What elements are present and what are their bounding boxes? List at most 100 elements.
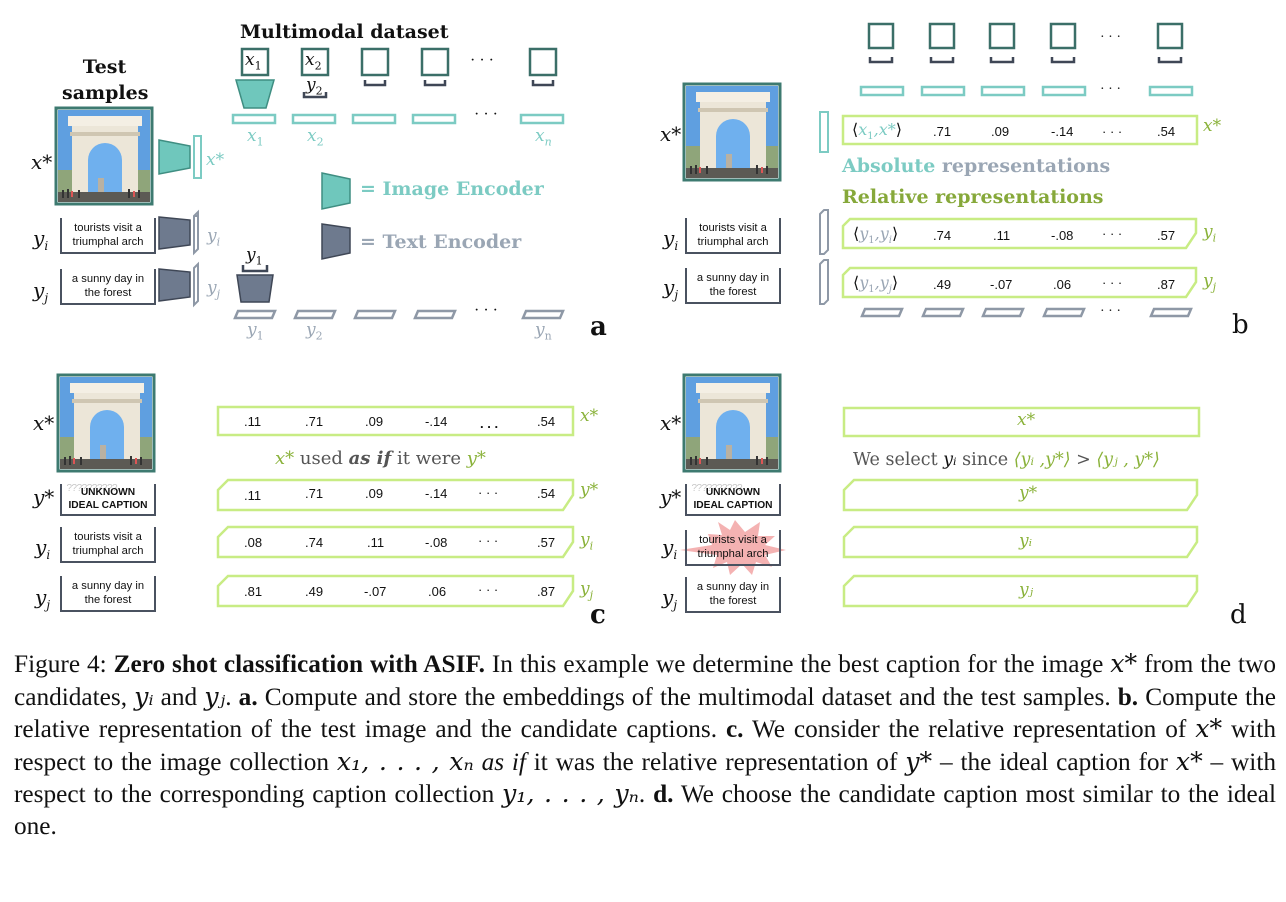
c-row-yj-value: · · · xyxy=(478,582,499,597)
panel-letter-a: a xyxy=(590,312,607,342)
b-row-yi-value: · · · xyxy=(1102,226,1123,241)
test-image-x-star-c xyxy=(56,373,156,473)
label-x-star-a: x* xyxy=(31,150,53,174)
c-row-yi-value: .74 xyxy=(305,535,324,550)
x-star-absolute-embedding xyxy=(819,111,829,153)
as-if-annotation: x* used as if it were y* xyxy=(275,448,486,469)
caption-yj-b: a sunny day in the forest xyxy=(685,268,781,304)
label-x-star-b: x* xyxy=(660,122,682,146)
c-row-yi-value: .57 xyxy=(537,535,556,550)
panel-letter-d: d xyxy=(1230,600,1247,630)
x-embedding-3 xyxy=(351,113,397,125)
b-row-yj-label: yj xyxy=(1203,271,1217,294)
x-embedding-label-1: x1 xyxy=(247,126,264,149)
b-row-yj-value: -.07 xyxy=(990,277,1013,292)
caption-unknown-c: ?????????? UNKNOWN IDEAL CAPTION xyxy=(60,483,156,516)
label-yj-d: yj xyxy=(662,585,678,612)
dataset-ellipsis: · · · xyxy=(470,52,494,69)
caption-yj-d: a sunny day in the forest xyxy=(685,577,781,613)
label-yj-b: yj xyxy=(663,275,679,302)
relative-bar-x-star-c xyxy=(216,405,575,437)
text-encoder-yi xyxy=(158,216,191,250)
label-yi-a: yi xyxy=(33,226,49,253)
label-yj-embed-a: yj xyxy=(207,278,221,301)
yi-absolute-embedding xyxy=(819,209,829,255)
panel-letter-b: b xyxy=(1232,310,1249,340)
image-encoder-legend-icon xyxy=(321,172,351,210)
dataset-caption-label-y2: y2 xyxy=(306,75,323,98)
panel-letter-c: c xyxy=(590,600,606,630)
caption-bracket-4 xyxy=(423,80,447,87)
text-encoder-legend-icon xyxy=(321,223,351,260)
caption-bracket-3 xyxy=(363,80,387,87)
c-row-yj-value: .06 xyxy=(428,584,447,599)
x-embedding-4 xyxy=(411,113,457,125)
caption-yj-c: a sunny day in the forest xyxy=(60,576,156,612)
d-row-xstar-inner: x* xyxy=(1017,410,1036,430)
x-embedding-label-n: xn xyxy=(535,126,552,149)
y-embedding-1 xyxy=(233,309,277,320)
c-row-ystar-label: y* xyxy=(580,480,599,500)
b-image-ellipsis: · · · xyxy=(1100,30,1121,45)
test-samples-title: Test samples xyxy=(62,56,149,104)
b-row-xstar-value: -.14 xyxy=(1051,124,1074,139)
figure-caption: Figure 4: Zero shot classification with … xyxy=(14,649,1276,840)
b-xembed-ellipsis: · · · xyxy=(1100,82,1121,97)
c-row-yi-label: yi xyxy=(580,530,594,553)
y-embedding-label-n: yn xyxy=(535,320,552,343)
y-embedding-4 xyxy=(413,309,457,320)
text-encoder-yj xyxy=(158,268,191,302)
y-embedding-label-2: y2 xyxy=(306,320,323,343)
label-yi-d: yi xyxy=(662,535,678,562)
test-image-x-star-b xyxy=(682,82,782,182)
c-row-xstar-value: .71 xyxy=(305,414,324,429)
dataset-caption-label-y1: y1 xyxy=(246,245,263,268)
figure-graphics xyxy=(54,22,1201,608)
dataset-image-n xyxy=(528,47,558,77)
b-row-xstar-first: ⟨x1,x*⟩ xyxy=(852,120,903,143)
x-star-embedding xyxy=(193,135,202,179)
image-encoder-x-star xyxy=(158,139,191,175)
c-row-xstar-label: x* xyxy=(580,406,599,426)
b-row-xstar-label: x* xyxy=(1203,116,1222,136)
x-embedding-ellipsis: · · · xyxy=(474,106,498,123)
yj-embedding xyxy=(193,261,199,308)
y-embedding-label-1: y1 xyxy=(247,320,264,343)
x-embedding-2 xyxy=(291,113,337,125)
caption-bracket-n xyxy=(531,80,555,87)
c-row-yj-value: .87 xyxy=(537,584,556,599)
y-embedding-ellipsis: · · · xyxy=(474,302,498,319)
c-row-yj-value: .49 xyxy=(305,584,324,599)
dataset-title: Multimodal dataset xyxy=(240,21,449,43)
c-row-ystar-value: -.14 xyxy=(425,486,448,501)
x-embedding-1 xyxy=(231,113,277,125)
caption-yi-d-selected: tourists visit a triumphal arch xyxy=(685,530,781,566)
b-row-yi-value: -.08 xyxy=(1051,228,1074,243)
b-yembed-ellipsis: · · · xyxy=(1100,304,1121,319)
c-row-yi-value: .11 xyxy=(367,535,385,550)
c-row-ystar-value: · · · xyxy=(478,485,499,500)
yi-embedding xyxy=(193,209,199,256)
d-row-yi-inner: yᵢ xyxy=(1019,531,1033,551)
label-y-star-d: y* xyxy=(660,485,682,509)
b-row-yj-first: ⟨y1,yj⟩ xyxy=(853,273,899,296)
absolute-representations-title: Absolute representations xyxy=(842,155,1111,177)
label-yj-c: yj xyxy=(35,585,51,612)
label-yi-c: yi xyxy=(35,535,51,562)
c-row-yj-value: -.07 xyxy=(364,584,387,599)
b-row-yj-value: .87 xyxy=(1157,277,1176,292)
c-row-xstar-value: .54 xyxy=(537,414,556,429)
c-row-xstar-value: -.14 xyxy=(425,414,448,429)
test-image-x-star-d xyxy=(682,373,782,473)
x-embedding-label-2: x2 xyxy=(307,126,324,149)
b-row-xstar-value: .09 xyxy=(991,124,1010,139)
d-row-yj-inner: yⱼ xyxy=(1019,580,1034,600)
c-row-ystar-value: .09 xyxy=(365,486,384,501)
y-embedding-2 xyxy=(293,309,337,320)
relative-bar-y-star-c xyxy=(216,478,575,512)
dataset-image-label-x1: x1 xyxy=(245,50,262,73)
caption-yj-a: a sunny day in the forest xyxy=(60,269,156,305)
label-x-star-d: x* xyxy=(660,411,682,435)
relative-bar-yi-c xyxy=(216,525,575,559)
figure-label: Figure 4: xyxy=(14,650,114,678)
